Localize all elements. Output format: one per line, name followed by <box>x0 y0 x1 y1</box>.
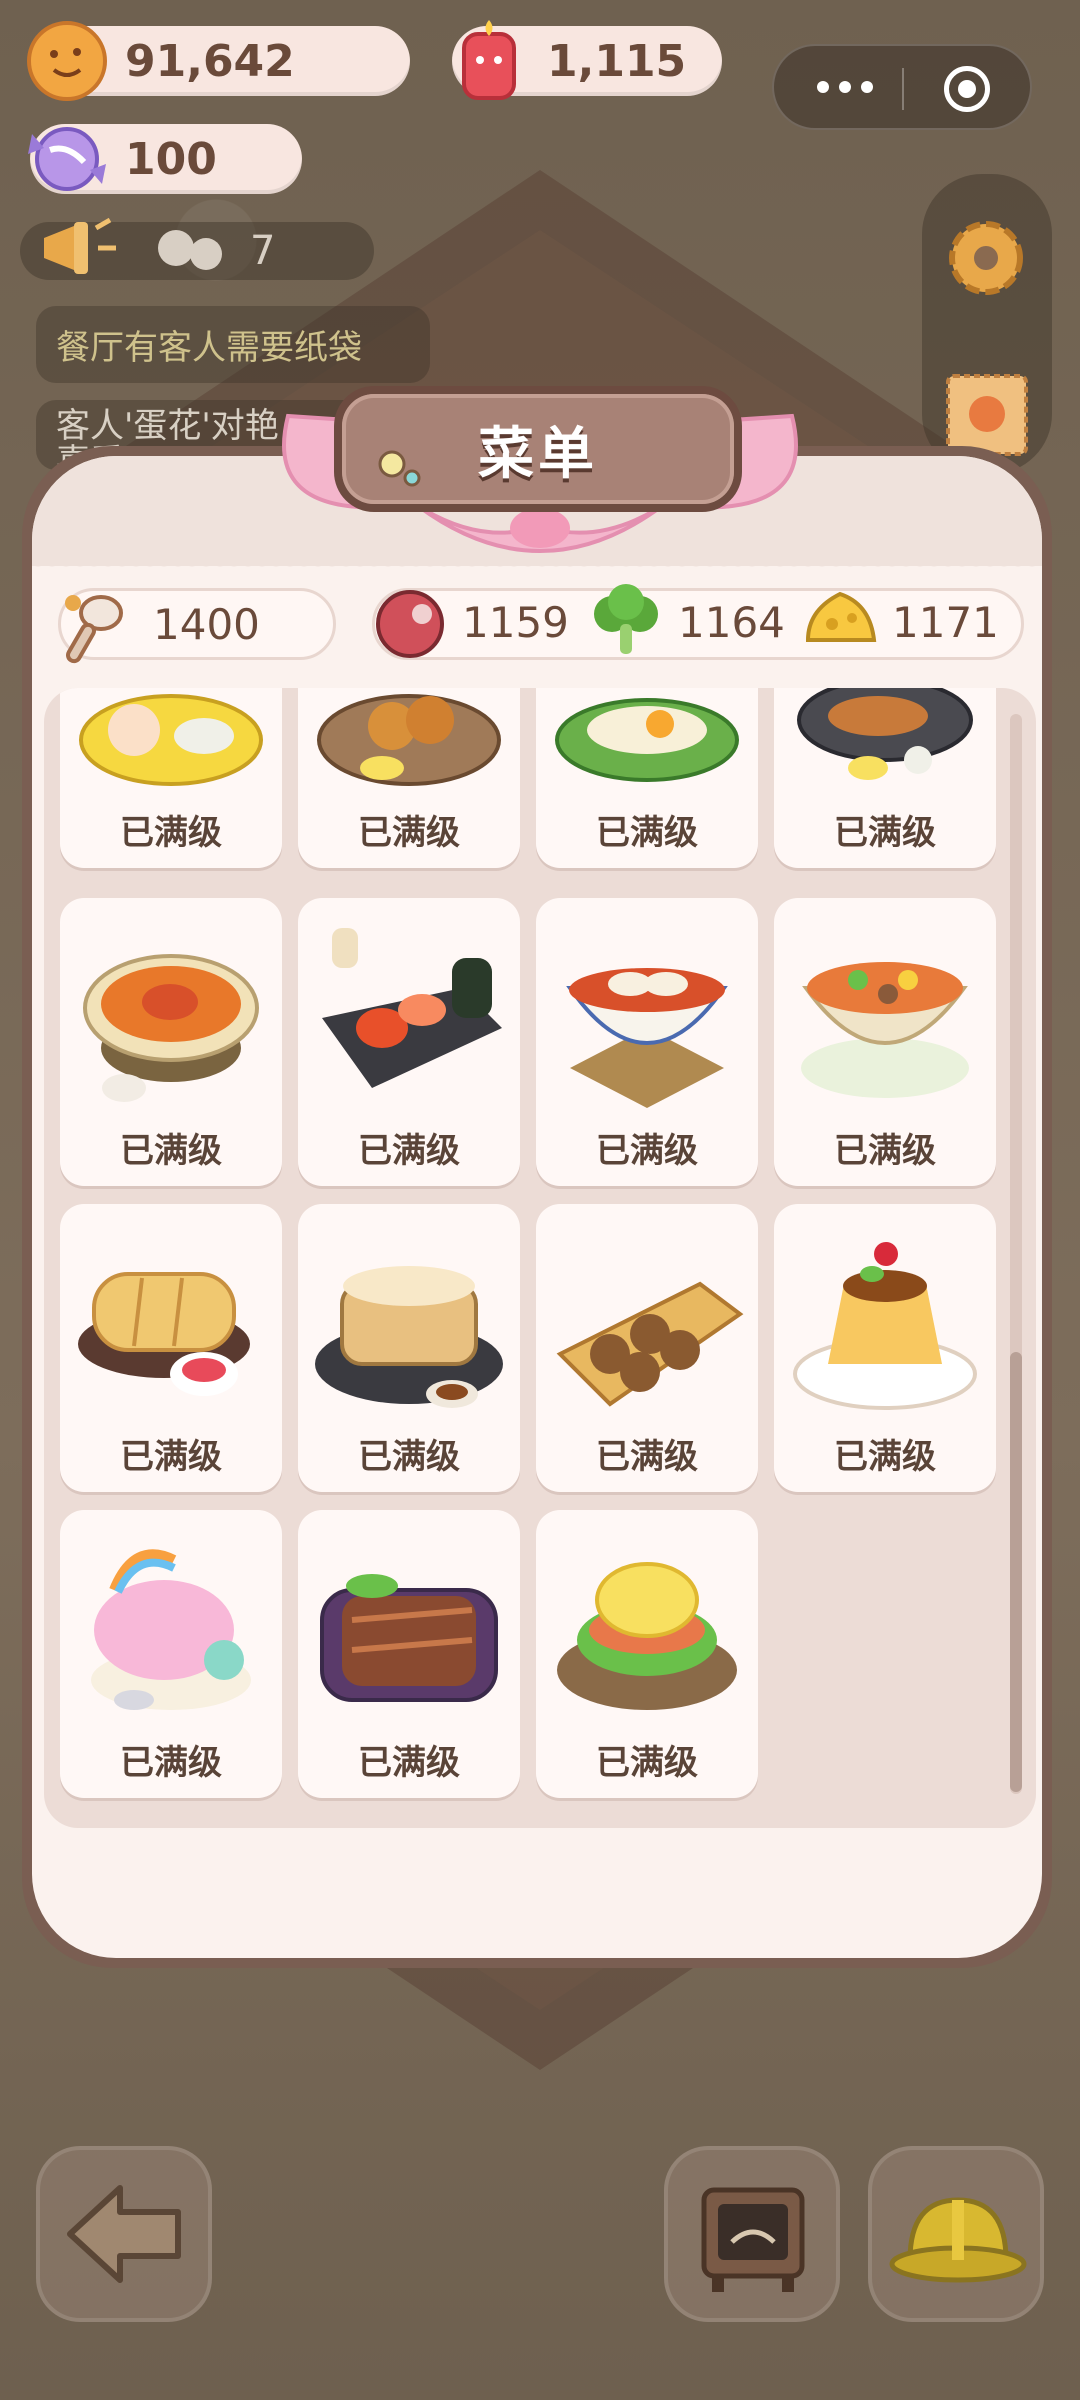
spoon-icon <box>65 595 123 664</box>
takoyaki-icon <box>556 1281 744 1407</box>
dish-status: 已满级 <box>358 813 460 853</box>
leaf-dish-icon <box>555 698 739 782</box>
dish-status: 已满级 <box>358 1743 460 1783</box>
dish-card[interactable]: 已满级 <box>536 1510 758 1798</box>
scrollbar-thumb[interactable] <box>1010 1352 1022 1792</box>
dish-card[interactable]: 已满级 <box>536 688 758 868</box>
guest-bar[interactable]: 7 <box>20 217 374 280</box>
gem-value: 1,115 <box>547 35 687 87</box>
grill-plate-icon <box>797 688 973 780</box>
resource-cheese-value: 1171 <box>892 598 999 647</box>
meat-icon <box>376 590 444 658</box>
dish-status: 已满级 <box>120 1131 222 1171</box>
dish-card[interactable]: 已满级 <box>298 1510 520 1798</box>
bakery-board-button[interactable] <box>664 2146 840 2322</box>
candy-icon <box>28 127 106 191</box>
dish-status: 已满级 <box>120 813 222 853</box>
dish-status: 已满级 <box>358 1131 460 1171</box>
dish-card[interactable]: 已满级 <box>298 688 520 868</box>
dish-status: 已满级 <box>834 1437 936 1477</box>
eggs-benedict-icon <box>557 1562 737 1710</box>
bubbles-icon <box>378 450 421 487</box>
dish-status: 已满级 <box>596 1437 698 1477</box>
arrow-left-icon <box>67 2185 181 2283</box>
fried-chicken-icon <box>317 694 501 786</box>
dish-card[interactable]: 已满级 <box>774 688 996 868</box>
construction-hat-button[interactable] <box>868 2146 1044 2322</box>
dumpling-soup-icon <box>566 968 728 1108</box>
mini-program-capsule <box>772 44 1032 130</box>
side-toolbar <box>922 174 1052 474</box>
resource-spoon: 1400 <box>58 588 336 664</box>
dish-card[interactable]: 已满级 <box>60 1510 282 1798</box>
sushi-icon <box>322 928 502 1088</box>
rainbow-cake-icon <box>91 1549 251 1710</box>
veggie-bowl-icon <box>801 962 969 1098</box>
broccoli-icon <box>594 584 658 654</box>
dish-status: 已满级 <box>596 1743 698 1783</box>
candy-counter: 100 <box>28 124 302 194</box>
resource-meat-value: 1159 <box>462 598 569 647</box>
dish-status: 已满级 <box>358 1437 460 1477</box>
coin-counter: 91,642 <box>27 21 410 101</box>
resource-broccoli-value: 1164 <box>678 598 785 647</box>
dish-status: 已满级 <box>596 813 698 853</box>
red-candle-icon <box>462 20 516 100</box>
dish-card[interactable]: 已满级 <box>298 1204 520 1492</box>
dish-grid[interactable]: 已满级 已满级 已满级 已满级 已满级 已满级 已满级 已满级 已满级 已满级 … <box>44 688 1036 1828</box>
dish-card[interactable]: 已满级 <box>298 898 520 1186</box>
dish-card[interactable]: 已满级 <box>60 898 282 1186</box>
dish-card[interactable]: 已满级 <box>536 1204 758 1492</box>
dish-card[interactable]: 已满级 <box>774 1204 996 1492</box>
cheese-icon <box>805 591 877 642</box>
dish-status: 已满级 <box>834 813 936 853</box>
dish-status: 已满级 <box>120 1437 222 1477</box>
bread-loaf-icon <box>78 1272 250 1396</box>
dish-card[interactable]: 已满级 <box>60 688 282 868</box>
bento-icon <box>79 694 263 786</box>
pudding-icon <box>793 1242 977 1410</box>
gear-icon[interactable] <box>938 210 1034 306</box>
capsule-divider <box>902 68 904 110</box>
menu-title-banner: 菜单 <box>268 356 812 566</box>
dish-status: 已满级 <box>596 1131 698 1171</box>
megaphone-icon <box>44 217 116 274</box>
dish-card[interactable]: 已满级 <box>774 898 996 1186</box>
candy-value: 100 <box>125 133 217 185</box>
crab-stew-icon <box>83 954 259 1102</box>
coin-value: 91,642 <box>125 35 295 87</box>
close-target-icon[interactable] <box>944 66 990 112</box>
resource-spoon-value: 1400 <box>153 599 260 649</box>
back-button[interactable] <box>36 2146 212 2322</box>
more-menu-icon[interactable] <box>810 72 880 102</box>
dish-card[interactable]: 已满级 <box>60 1204 282 1492</box>
grilled-eel-icon <box>320 1574 498 1702</box>
guest-count: 7 <box>250 228 276 274</box>
dish-status: 已满级 <box>834 1131 936 1171</box>
hard-hat-icon <box>889 2197 1027 2283</box>
dish-card[interactable]: 已满级 <box>536 898 758 1186</box>
guests-icon <box>158 230 222 270</box>
cookie-icon <box>27 21 107 101</box>
steamed-bun-icon <box>315 1266 503 1408</box>
gem-counter: 1,115 <box>452 20 722 100</box>
dish-status: 已满级 <box>120 1743 222 1783</box>
bread-board-icon <box>701 2187 805 2292</box>
